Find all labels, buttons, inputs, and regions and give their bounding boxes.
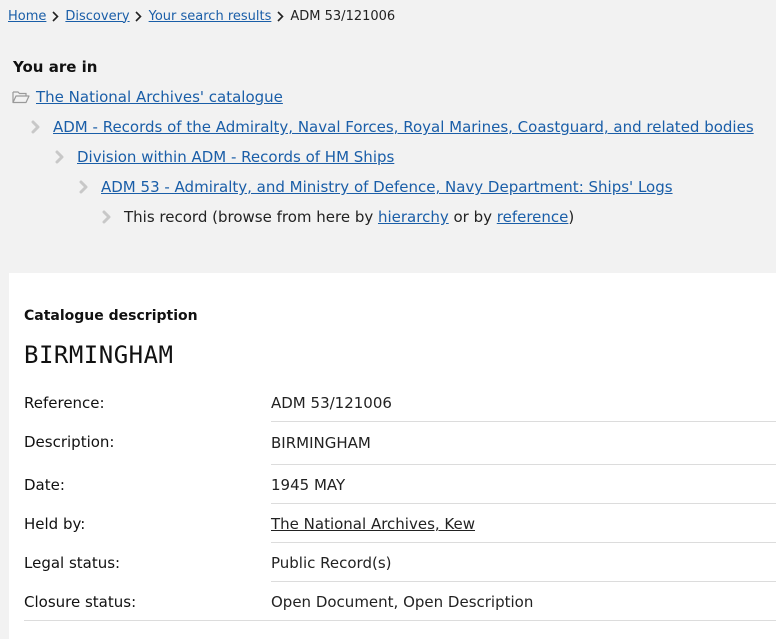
- row-divider: [271, 464, 776, 465]
- chevron-right-icon: [47, 10, 63, 22]
- folder-open-icon: [12, 88, 32, 106]
- hierarchy-level-2: Division within ADM - Records of HM Ship…: [53, 146, 394, 168]
- row-divider: [271, 581, 776, 582]
- row-divider: [271, 542, 776, 543]
- legal-status-label: Legal status:: [24, 554, 121, 572]
- breadcrumb-discovery-link[interactable]: Discovery: [65, 9, 129, 24]
- hierarchy-level-root: The National Archives' catalogue: [12, 86, 283, 108]
- division-link[interactable]: Division within ADM - Records of HM Ship…: [77, 148, 394, 166]
- this-record-middle: or by: [448, 208, 497, 226]
- chevron-right-icon: [272, 10, 288, 22]
- this-record-suffix: ): [568, 208, 575, 226]
- date-label: Date:: [24, 476, 65, 494]
- series-link[interactable]: ADM 53 - Admiralty, and Ministry of Defe…: [101, 178, 673, 196]
- adm-department-link[interactable]: ADM - Records of the Admiralty, Naval Fo…: [53, 118, 754, 136]
- description-label: Description:: [24, 433, 115, 451]
- hierarchy-link[interactable]: hierarchy: [378, 208, 449, 226]
- held-by-label: Held by:: [24, 515, 86, 533]
- arrow-right-icon: [100, 208, 120, 226]
- chevron-right-icon: [131, 10, 147, 22]
- this-record-prefix: This record (browse from here by: [124, 208, 378, 226]
- breadcrumb-home-link[interactable]: Home: [8, 9, 46, 24]
- arrow-right-icon: [53, 148, 73, 166]
- catalogue-description-panel: Catalogue description BIRMINGHAM Referen…: [9, 273, 776, 639]
- hierarchy-level-4: This record (browse from here by hierarc…: [100, 206, 574, 228]
- record-title: BIRMINGHAM: [24, 341, 174, 369]
- reference-value: ADM 53/121006: [271, 394, 392, 412]
- row-divider: [24, 620, 776, 621]
- catalogue-root-link[interactable]: The National Archives' catalogue: [36, 88, 283, 106]
- hierarchy-level-1: ADM - Records of the Admiralty, Naval Fo…: [29, 116, 754, 138]
- you-are-in-heading: You are in: [13, 58, 98, 76]
- arrow-right-icon: [77, 178, 97, 196]
- description-value: BIRMINGHAM: [271, 434, 371, 452]
- breadcrumb-search-results-link[interactable]: Your search results: [149, 9, 272, 24]
- breadcrumb: Home Discovery Your search results ADM 5…: [8, 6, 395, 26]
- legal-status-value: Public Record(s): [271, 554, 392, 572]
- row-divider: [271, 421, 776, 422]
- held-by-link[interactable]: The National Archives, Kew: [271, 515, 475, 533]
- row-divider: [271, 503, 776, 504]
- breadcrumb-current: ADM 53/121006: [290, 8, 396, 24]
- catalogue-description-label: Catalogue description: [24, 308, 198, 324]
- arrow-right-icon: [29, 118, 49, 136]
- reference-link[interactable]: reference: [497, 208, 569, 226]
- hierarchy-level-3: ADM 53 - Admiralty, and Ministry of Defe…: [77, 176, 673, 198]
- reference-label: Reference:: [24, 394, 105, 412]
- date-value: 1945 MAY: [271, 476, 346, 494]
- closure-status-value: Open Document, Open Description: [271, 593, 534, 611]
- closure-status-label: Closure status:: [24, 593, 137, 611]
